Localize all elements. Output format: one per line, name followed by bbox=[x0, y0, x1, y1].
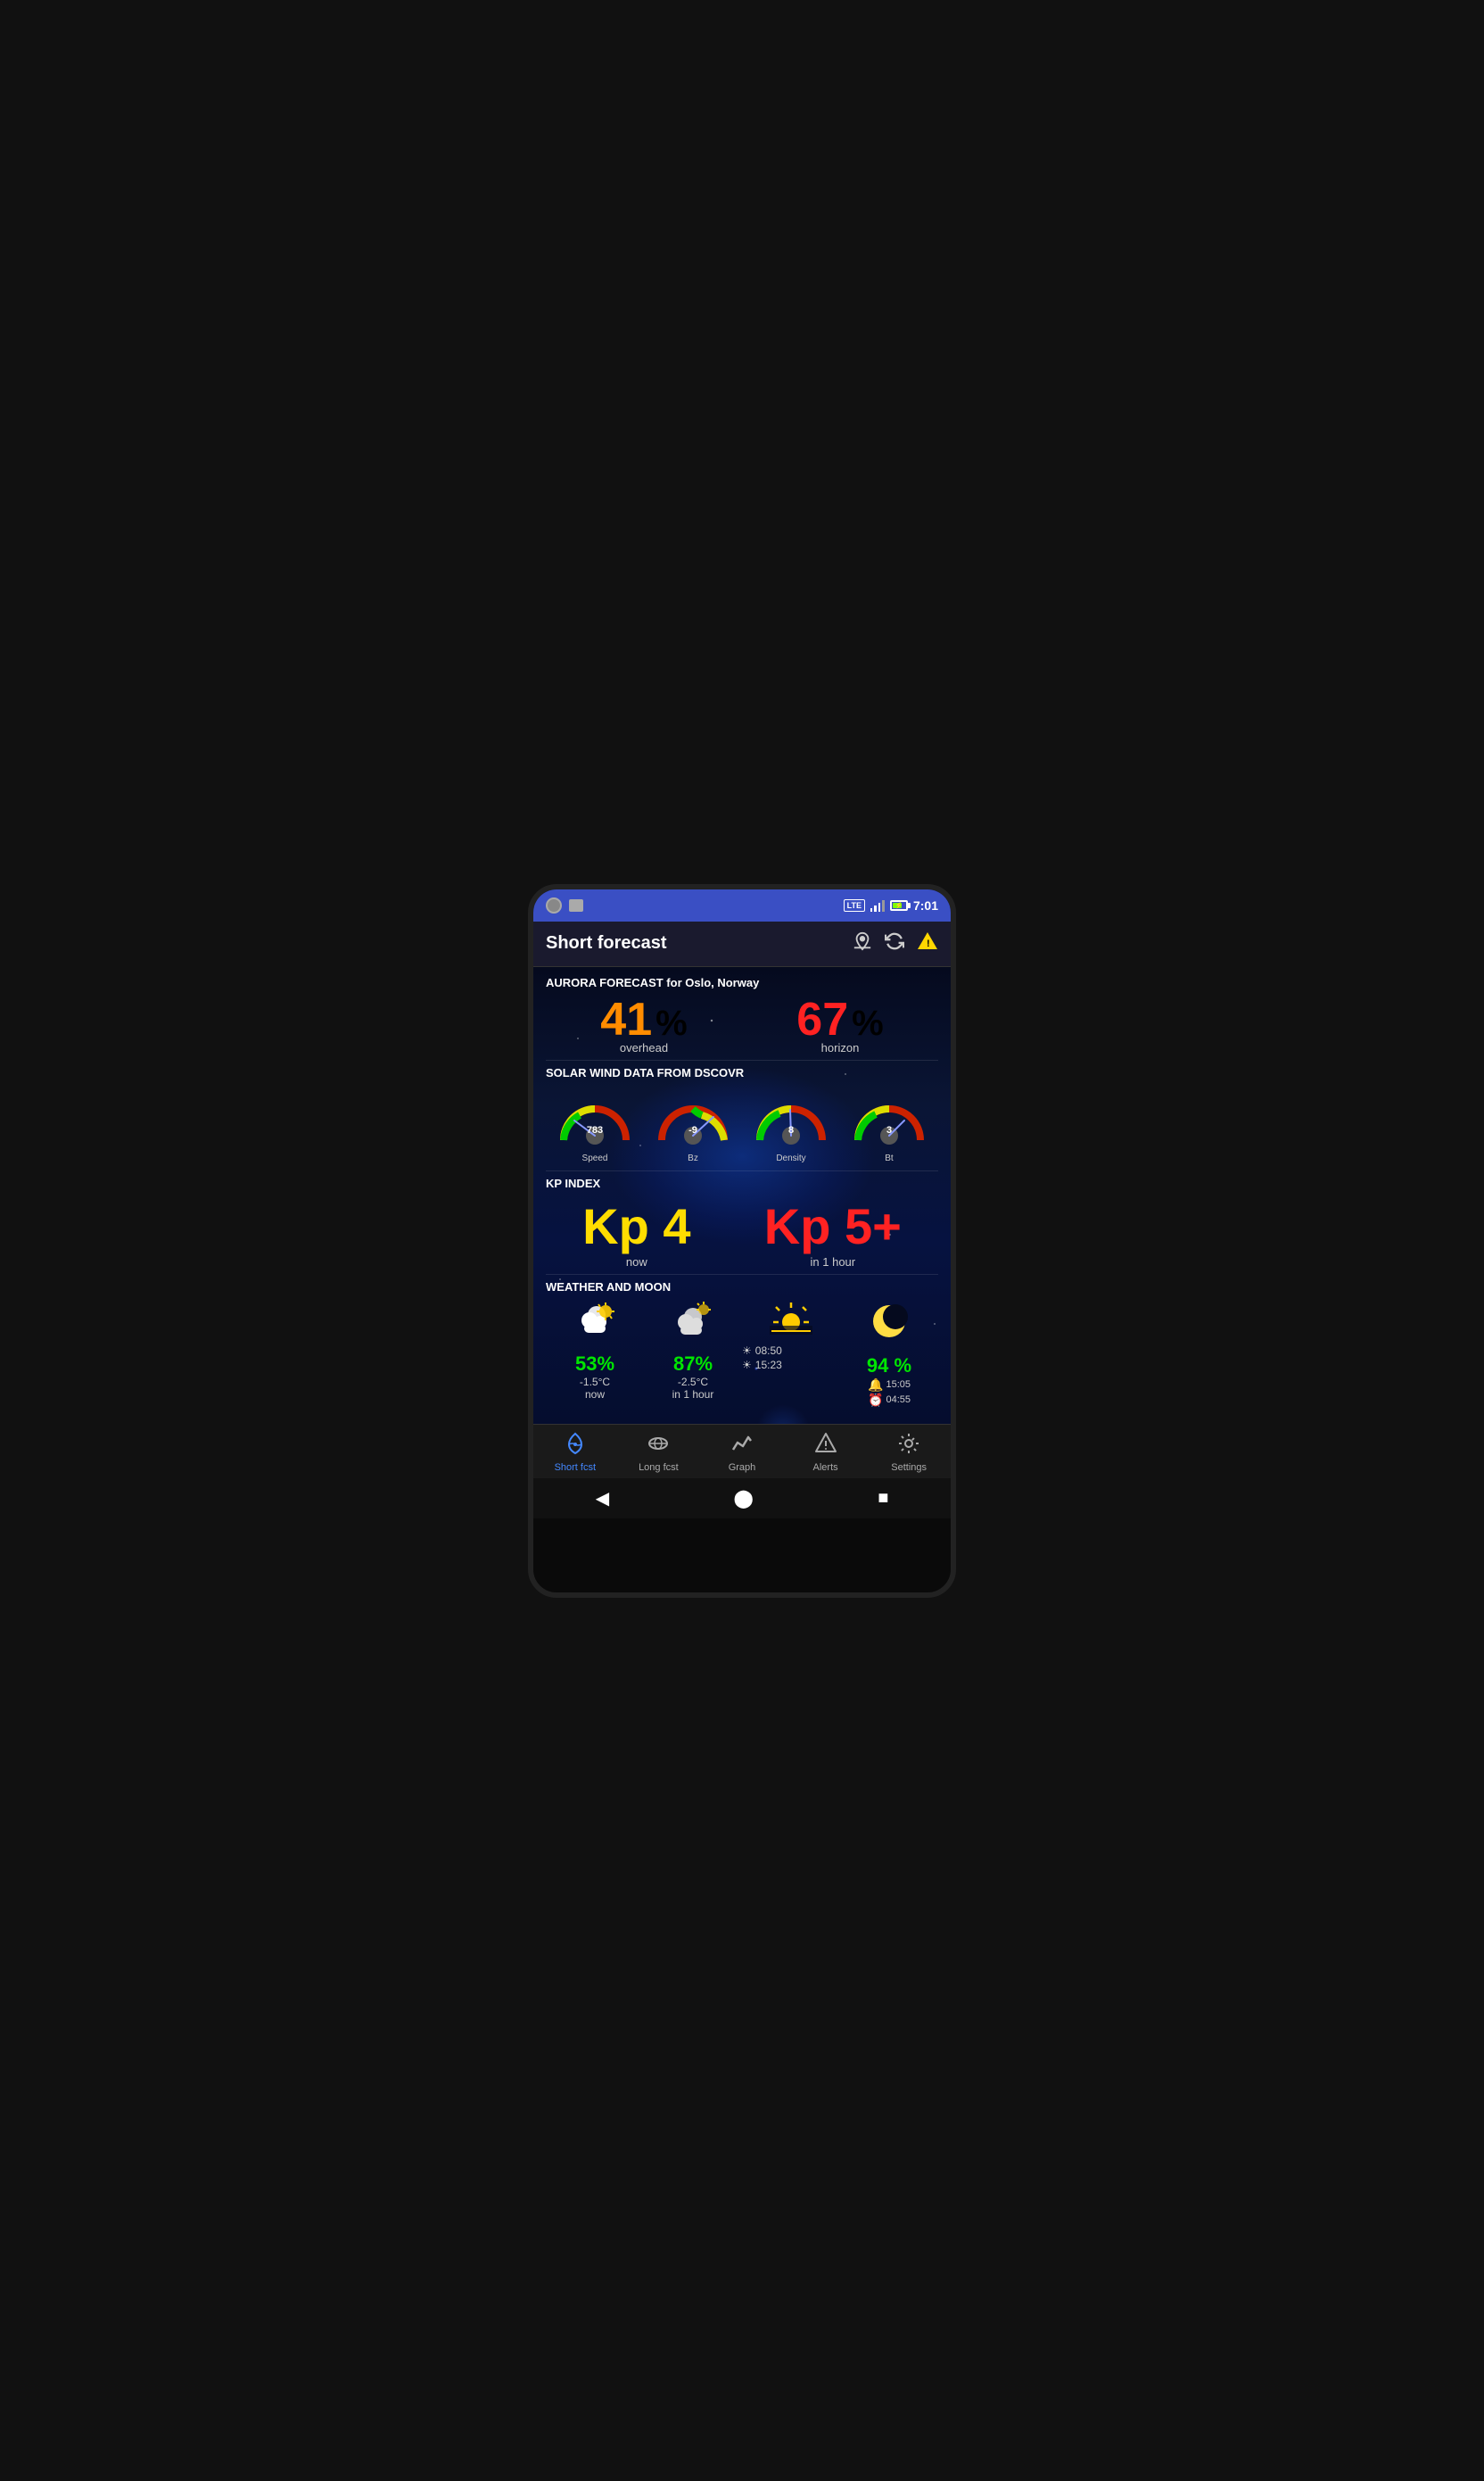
gauge-bt: 3 Bt bbox=[849, 1087, 929, 1163]
aurora-row: 41 % overhead 67 % horizon bbox=[546, 993, 938, 1054]
sunrise-times: ☀ 08:50 ☀ 15:23 bbox=[742, 1344, 840, 1371]
gauge-speed-svg: 783 bbox=[555, 1087, 635, 1149]
sunrise-icon bbox=[770, 1301, 812, 1336]
gauge-speed-label: Speed bbox=[555, 1154, 635, 1163]
cloudy-sun-icon-1 bbox=[572, 1301, 618, 1340]
kp-forecast-label: in 1 hour bbox=[764, 1255, 902, 1269]
home-button[interactable]: ⬤ bbox=[733, 1487, 753, 1509]
graph-icon bbox=[700, 1432, 784, 1460]
moon-icon bbox=[869, 1301, 910, 1342]
svg-text:!: ! bbox=[927, 939, 930, 949]
main-content: AURORA FORECAST for Oslo, Norway 41 % ov… bbox=[533, 967, 951, 1424]
nav-alerts-label: Alerts bbox=[784, 1462, 868, 1473]
gauge-density-svg: 8 bbox=[751, 1087, 831, 1149]
long-fcst-icon bbox=[617, 1432, 701, 1460]
kp-row: Kp 4 now Kp 5+ in 1 hour bbox=[546, 1197, 938, 1269]
sunrise-time: 08:50 bbox=[755, 1344, 782, 1357]
nav-settings-label: Settings bbox=[867, 1462, 951, 1473]
top-bar: Short forecast ! bbox=[533, 922, 951, 967]
battery-icon: ⚡ bbox=[890, 900, 908, 911]
gauge-bt-svg: 3 bbox=[849, 1087, 929, 1149]
kp-now: Kp 4 now bbox=[582, 1197, 690, 1269]
gauge-bz-svg: -9 bbox=[653, 1087, 733, 1149]
weather-now-temp: -1.5°C bbox=[546, 1376, 644, 1388]
svg-text:-9: -9 bbox=[688, 1125, 697, 1136]
bottom-nav: Short fcst Long fcst Graph bbox=[533, 1424, 951, 1478]
weather-now-label: now bbox=[546, 1388, 644, 1401]
sunrise-line: ☀ 08:50 bbox=[742, 1344, 840, 1357]
gauge-bt-label: Bt bbox=[849, 1154, 929, 1163]
gauge-speed: 783 Speed bbox=[555, 1087, 635, 1163]
moon-alarm1: 15:05 bbox=[886, 1379, 911, 1390]
gauges-row: 783 Speed -9 Bz bbox=[546, 1087, 938, 1163]
nav-short-fcst-label: Short fcst bbox=[533, 1462, 617, 1473]
gauge-density: 8 Density bbox=[751, 1087, 831, 1163]
weather-1hr-pct: 87% bbox=[644, 1352, 742, 1376]
kp-now-label: now bbox=[582, 1255, 690, 1269]
weather-1hr-temp: -2.5°C bbox=[644, 1376, 742, 1388]
nav-short-fcst[interactable]: Short fcst bbox=[533, 1432, 617, 1473]
nav-graph[interactable]: Graph bbox=[700, 1432, 784, 1473]
weather-now-icon bbox=[546, 1301, 644, 1349]
overhead-symbol: % bbox=[655, 1004, 688, 1044]
nav-long-fcst-label: Long fcst bbox=[617, 1462, 701, 1473]
moon-pct: 94 % bbox=[840, 1354, 938, 1377]
aurora-header: AURORA FORECAST for Oslo, Norway bbox=[546, 976, 938, 989]
nav-long-fcst[interactable]: Long fcst bbox=[617, 1432, 701, 1473]
kp-now-value: Kp 4 bbox=[582, 1197, 690, 1255]
signal-icon bbox=[870, 899, 885, 912]
nav-graph-label: Graph bbox=[700, 1462, 784, 1473]
weather-1hr: 87% -2.5°C in 1 hour bbox=[644, 1301, 742, 1401]
back-button[interactable]: ◀ bbox=[596, 1487, 609, 1509]
aurora-horizon: 67 % horizon bbox=[796, 993, 883, 1054]
warning-icon[interactable]: ! bbox=[917, 930, 938, 957]
gauge-bz-label: Bz bbox=[653, 1154, 733, 1163]
network-icon bbox=[546, 897, 562, 914]
lte-badge: LTE bbox=[844, 899, 865, 912]
svg-text:8: 8 bbox=[788, 1125, 794, 1136]
sim-icon bbox=[569, 899, 583, 912]
kp-forecast: Kp 5+ in 1 hour bbox=[764, 1197, 902, 1269]
weather-now-pct: 53% bbox=[546, 1352, 644, 1376]
weather-1hr-label: in 1 hour bbox=[644, 1388, 742, 1401]
device-frame: LTE ⚡ 7:01 Short forecast bbox=[528, 884, 956, 1598]
weather-title: WEATHER AND MOON bbox=[546, 1280, 938, 1294]
page-title: Short forecast bbox=[546, 933, 667, 954]
cloudy-sun-icon-2 bbox=[670, 1301, 716, 1340]
sunset-time: 15:23 bbox=[755, 1359, 782, 1371]
nav-settings[interactable]: Settings bbox=[867, 1432, 951, 1473]
alerts-icon bbox=[784, 1432, 868, 1460]
kp-index-title: KP INDEX bbox=[546, 1177, 938, 1190]
weather-now: 53% -1.5°C now bbox=[546, 1301, 644, 1401]
short-fcst-icon bbox=[533, 1432, 617, 1460]
moon-alarm2: 04:55 bbox=[886, 1394, 911, 1405]
moon-item: 94 % 🔔 15:05 ⏰ 04:55 bbox=[840, 1301, 938, 1408]
horizon-value: 67 bbox=[796, 993, 848, 1046]
nav-alerts[interactable]: Alerts bbox=[784, 1432, 868, 1473]
recent-button[interactable]: ■ bbox=[878, 1488, 888, 1509]
kp-forecast-value: Kp 5+ bbox=[764, 1197, 902, 1255]
gauge-density-label: Density bbox=[751, 1154, 831, 1163]
status-time: 7:01 bbox=[913, 898, 938, 913]
weather-row: 53% -1.5°C now bbox=[546, 1301, 938, 1408]
location-icon[interactable] bbox=[853, 931, 872, 956]
android-nav: ◀ ⬤ ■ bbox=[533, 1478, 951, 1518]
settings-icon bbox=[867, 1432, 951, 1460]
overhead-value: 41 bbox=[600, 993, 652, 1046]
aurora-overhead: 41 % overhead bbox=[600, 993, 687, 1054]
horizon-symbol: % bbox=[852, 1004, 884, 1044]
sunset-line: ☀ 15:23 bbox=[742, 1359, 840, 1371]
weather-1hr-icon bbox=[644, 1301, 742, 1349]
status-bar: LTE ⚡ 7:01 bbox=[533, 889, 951, 922]
svg-text:783: 783 bbox=[587, 1125, 603, 1136]
solar-wind-title: SOLAR WIND DATA FROM DSCOVR bbox=[546, 1066, 938, 1079]
gauge-bz: -9 Bz bbox=[653, 1087, 733, 1163]
svg-text:3: 3 bbox=[886, 1125, 892, 1136]
sunrise-item: ☀ 08:50 ☀ 15:23 bbox=[742, 1301, 840, 1371]
refresh-icon[interactable] bbox=[885, 931, 904, 956]
